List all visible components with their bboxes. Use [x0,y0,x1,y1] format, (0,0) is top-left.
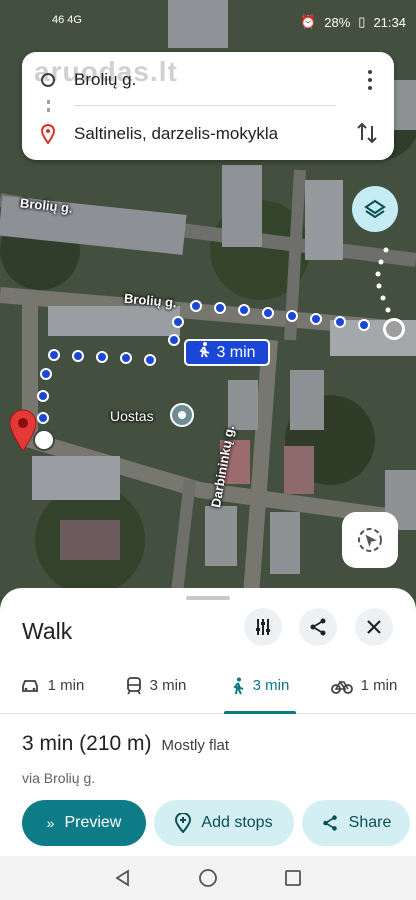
share-icon [310,618,326,636]
preview-button[interactable]: » Preview [22,800,146,846]
drag-handle[interactable] [186,596,230,600]
directions-card: aruodas.lt Brolių g. Saltinelis, darzeli… [22,52,394,160]
destination-pin-icon[interactable] [8,408,38,452]
route-time-badge: 3 min [184,339,270,366]
clock: 21:34 [373,14,406,30]
add-stops-label: Add stops [201,814,273,831]
add-location-icon [175,813,192,833]
close-button[interactable] [355,608,393,646]
layers-button[interactable] [352,186,398,232]
tune-icon [256,619,270,635]
close-icon [367,620,381,634]
recenter-button[interactable] [342,512,398,568]
location-pin-icon [41,124,55,144]
origin-marker[interactable] [383,318,405,340]
tab-label: 3 min [149,677,187,694]
tab-drive[interactable]: 1 min [0,658,104,713]
back-icon[interactable] [113,868,133,888]
destination-row[interactable]: Saltinelis, darzelis-mokykla [22,118,394,150]
battery-level: 28% [324,14,351,30]
car-icon [21,679,38,692]
place-pin-icon[interactable] [170,403,194,427]
place-label: Uostas [110,408,154,424]
origin-row[interactable]: Brolių g. [22,64,394,96]
origin-circle-icon [41,73,55,87]
bike-icon [330,680,353,694]
travel-mode-tabs: 1 min 3 min 3 min 1 min [0,658,416,714]
status-bar: 46 4G ⏰ 28% ▯ 21:34 [0,0,416,48]
preview-label: Preview [64,814,122,831]
tab-label: 1 min [360,677,398,694]
directions-sheet: Walk 1 min 3 min 3 min 1 min 3 min (210 … [0,588,416,856]
tab-label: 1 min [47,677,85,694]
navigation-compass-icon [358,528,382,552]
tab-label: 3 min [252,677,290,694]
route-summary: 3 min (210 m) Mostly flat [22,732,229,756]
tab-transit[interactable]: 3 min [104,658,208,713]
origin-field[interactable]: Brolių g. [74,70,136,90]
more-vert-icon [368,70,372,74]
route-connector-dots [47,100,50,112]
sheet-title: Walk [22,618,73,644]
walk-icon [198,342,210,363]
layers-icon [364,199,386,219]
field-divider [74,105,336,106]
chevron-right-double-icon: » [46,815,55,831]
home-icon[interactable] [198,868,218,888]
system-nav-bar [0,856,416,900]
share-label: Share [348,814,392,831]
tab-walk[interactable]: 3 min [208,658,312,714]
route-options-button[interactable] [244,608,282,646]
swap-button[interactable] [354,120,380,146]
add-stops-button[interactable]: Add stops [154,800,294,846]
battery-icon: ▯ [358,14,366,29]
walk-icon [233,677,243,694]
destination-field[interactable]: Saltinelis, darzelis-mokykla [74,124,278,144]
swap-vert-icon [357,122,377,144]
recents-icon[interactable] [283,868,303,888]
alarm-icon: ⏰ [300,14,317,29]
share-route-button[interactable] [299,608,337,646]
more-options-button[interactable] [360,68,380,92]
tab-bike[interactable]: 1 min [312,658,416,713]
share-button[interactable]: Share [302,800,410,846]
route-via: via Brolių g. [22,770,96,786]
share-icon [322,815,337,831]
route-terrain: Mostly flat [161,737,230,754]
route-time-label: 3 min [216,343,256,361]
route-duration: 3 min (210 m) [22,732,152,755]
signal-indicator: 46 4G [52,14,82,26]
transit-icon [126,676,141,694]
